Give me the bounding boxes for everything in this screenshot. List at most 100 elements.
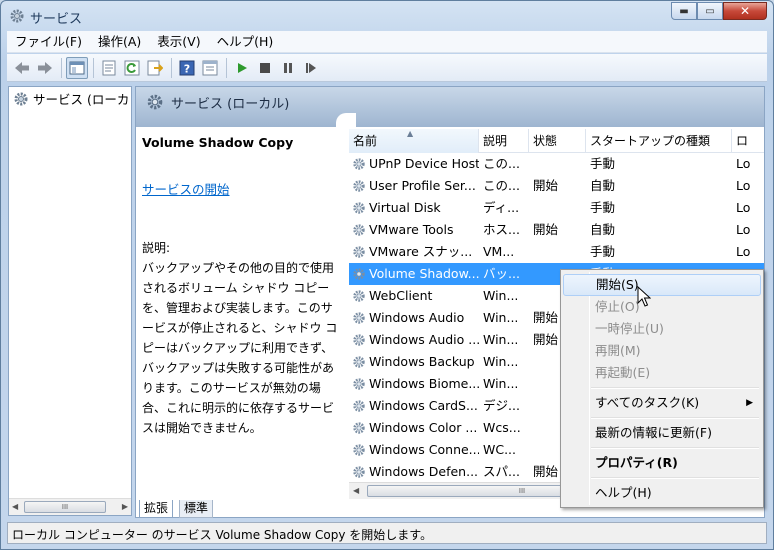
restart-icon xyxy=(306,62,316,73)
stop-service-button[interactable] xyxy=(254,57,276,79)
service-startup-cell: 自動 xyxy=(590,222,616,237)
service-name: VMware スナッ... xyxy=(369,244,473,259)
service-row[interactable]: UPnP Device Host この... 手動 Lo xyxy=(349,153,764,175)
service-startup-cell: 手動 xyxy=(590,244,616,259)
service-name: UPnP Device Host xyxy=(369,156,479,171)
pause-icon xyxy=(284,62,292,73)
service-startup-cell: 手動 xyxy=(590,156,616,171)
column-header-name[interactable]: ▲ 名前 xyxy=(349,129,479,153)
service-name-cell: Windows Biome... xyxy=(349,373,479,395)
stop-icon xyxy=(260,62,270,73)
scroll-left-icon[interactable]: ◀ xyxy=(353,486,359,495)
service-description-cell: この... xyxy=(483,156,520,171)
service-status-cell xyxy=(529,153,586,175)
service-gear-icon xyxy=(353,202,365,214)
column-header-logon[interactable]: ロ xyxy=(732,129,764,153)
pane-title: サービス (ローカル) xyxy=(171,97,290,112)
service-gear-icon xyxy=(353,290,365,302)
tree-node-label: サービス (ローカ xyxy=(33,92,130,107)
toolbar: ? xyxy=(7,54,767,82)
menu-item-all-tasks[interactable]: すべてのタスク(K) ▶ xyxy=(563,392,761,414)
minimize-button[interactable]: ▬ xyxy=(671,2,697,20)
menu-item-refresh[interactable]: 最新の情報に更新(F) xyxy=(563,422,761,444)
scroll-thumb[interactable]: III xyxy=(24,501,106,513)
view-button[interactable] xyxy=(199,57,221,79)
column-header-description[interactable]: 説明 xyxy=(479,129,529,153)
service-name: User Profile Ser... xyxy=(369,178,476,193)
service-description-cell: ホス... xyxy=(483,222,520,237)
service-name: Windows Audio xyxy=(369,310,465,325)
menu-item-label: すべてのタスク(K) xyxy=(595,395,700,410)
services-gear-icon xyxy=(147,94,163,110)
restart-service-button[interactable] xyxy=(300,57,322,79)
service-name-cell: User Profile Ser... xyxy=(349,175,479,197)
maximize-button[interactable]: ▭ xyxy=(697,2,723,20)
properties-button[interactable] xyxy=(98,57,120,79)
description-text: バックアップやその他の目的で使用されるボリューム シャドウ コピーを、管理および… xyxy=(142,261,338,435)
menu-help[interactable]: ヘルプ(H) xyxy=(209,31,282,53)
menu-file[interactable]: ファイル(F) xyxy=(7,31,90,53)
export-list-button[interactable] xyxy=(144,57,166,79)
back-button[interactable] xyxy=(11,57,33,79)
status-bar: ローカル コンピューター のサービス Volume Shadow Copy を開… xyxy=(7,522,767,544)
service-gear-icon xyxy=(353,466,365,478)
tree-horizontal-scrollbar[interactable]: ◀ III ▶ xyxy=(9,498,131,515)
service-row[interactable]: Virtual Disk ディ... 手動 Lo xyxy=(349,197,764,219)
service-name-cell: VMware Tools xyxy=(349,219,479,241)
mouse-cursor-icon xyxy=(637,286,651,307)
tree-node-services-local[interactable]: サービス (ローカ xyxy=(13,89,129,108)
service-status-cell: 開始 xyxy=(533,222,559,237)
service-row[interactable]: User Profile Ser... この... 開始 自動 Lo xyxy=(349,175,764,197)
description-panel: Volume Shadow Copy サービスの開始 説明: バックアップやその… xyxy=(136,127,346,503)
pause-service-button[interactable] xyxy=(277,57,299,79)
status-text: ローカル コンピューター のサービス Volume Shadow Copy を開… xyxy=(12,528,433,542)
menu-separator xyxy=(591,417,759,419)
help-button[interactable]: ? xyxy=(176,57,198,79)
menu-item-help[interactable]: ヘルプ(H) xyxy=(563,482,761,504)
forward-button[interactable] xyxy=(34,57,56,79)
properties-icon xyxy=(102,60,116,75)
service-description-cell: スパ... xyxy=(483,464,520,479)
close-button[interactable]: ✕ xyxy=(723,2,767,20)
start-service-link[interactable]: サービスの開始 xyxy=(142,179,230,198)
service-gear-icon xyxy=(353,378,365,390)
service-logon-cell: Lo xyxy=(736,222,751,237)
service-name: Virtual Disk xyxy=(369,200,441,215)
tab-extended[interactable]: 拡張 xyxy=(139,500,174,518)
menu-item-pause[interactable]: 一時停止(U) xyxy=(563,318,761,340)
service-name-cell: WebClient xyxy=(349,285,479,307)
menu-view[interactable]: 表示(V) xyxy=(149,31,208,53)
show-console-tree-button[interactable] xyxy=(66,56,88,79)
title-bar[interactable]: サービス ▬ ▭ ✕ xyxy=(1,1,773,31)
services-gear-icon xyxy=(14,92,28,105)
service-row[interactable]: VMware スナッ... VM... 手動 Lo xyxy=(349,241,764,263)
service-row[interactable]: VMware Tools ホス... 開始 自動 Lo xyxy=(349,219,764,241)
menu-item-restart[interactable]: 再起動(E) xyxy=(563,362,761,384)
service-startup-cell: 手動 xyxy=(590,200,616,215)
service-status-cell xyxy=(529,241,586,263)
tab-standard[interactable]: 標準 xyxy=(179,500,214,518)
menu-item-start[interactable]: 開始(S) xyxy=(563,274,761,296)
column-header-status[interactable]: 状態 xyxy=(529,129,586,153)
service-logon-cell: Lo xyxy=(736,156,751,171)
service-name-cell: Windows Conne... xyxy=(349,439,479,461)
menu-item-resume[interactable]: 再開(M) xyxy=(563,340,761,362)
pane-header: サービス (ローカル) xyxy=(136,87,764,129)
refresh-button[interactable] xyxy=(121,57,143,79)
toolbar-separator xyxy=(61,57,62,78)
menu-bar: ファイル(F) 操作(A) 表示(V) ヘルプ(H) xyxy=(7,31,767,53)
column-header-startup-type[interactable]: スタートアップの種類 xyxy=(586,129,732,153)
service-description-cell: Win... xyxy=(483,354,519,369)
service-description-cell: デジ... xyxy=(483,398,520,413)
scroll-left-icon[interactable]: ◀ xyxy=(12,502,18,511)
menu-action[interactable]: 操作(A) xyxy=(90,31,149,53)
service-description-cell: ディ... xyxy=(483,200,520,215)
service-gear-icon xyxy=(353,180,365,192)
start-service-button[interactable] xyxy=(231,57,253,79)
menu-separator xyxy=(591,477,759,479)
menu-item-properties[interactable]: プロパティ(R) xyxy=(563,452,761,474)
selected-service-name: Volume Shadow Copy xyxy=(142,135,294,150)
menu-item-stop[interactable]: 停止(O) xyxy=(563,296,761,318)
context-menu: 開始(S) 停止(O) 一時停止(U) 再開(M) 再起動(E) すべてのタスク… xyxy=(560,269,764,508)
scroll-right-icon[interactable]: ▶ xyxy=(122,502,128,511)
